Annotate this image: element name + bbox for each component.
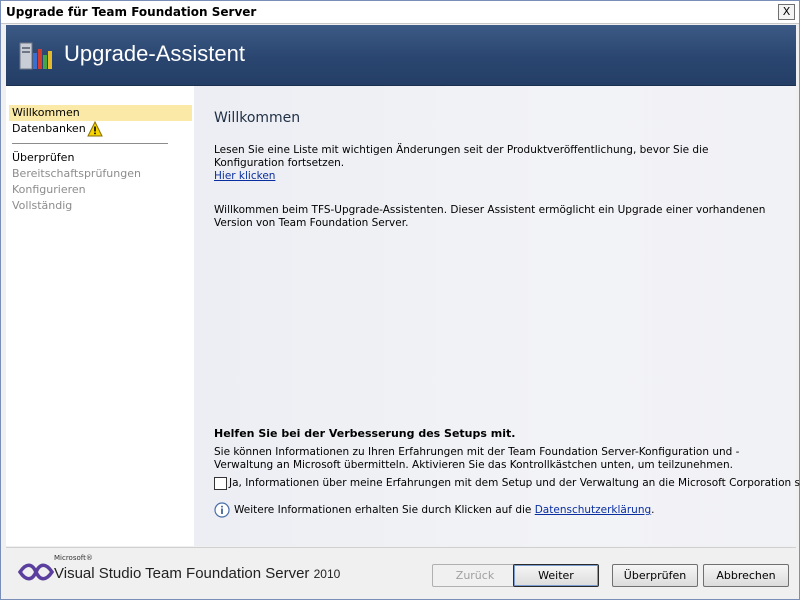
- sidebar-item-label: Vollständig: [12, 199, 73, 212]
- intro-text: Lesen Sie eine Liste mit wichtigen Änder…: [214, 144, 709, 182]
- improve-text: Sie können Informationen zu Ihren Erfahr…: [214, 446, 740, 471]
- back-button[interactable]: Zurück: [432, 564, 518, 587]
- brand-name: Visual Studio Team Foundation Server 201…: [54, 565, 341, 582]
- privacy-link[interactable]: Datenschutzerklärung: [535, 504, 651, 516]
- server-icon: [19, 42, 52, 70]
- sidebar-item-willkommen[interactable]: Willkommen: [9, 105, 192, 121]
- title-bar: Upgrade für Team Foundation Server X: [1, 1, 799, 24]
- next-button[interactable]: Weiter: [513, 564, 599, 587]
- checkbox-label[interactable]: Ja, Informationen über meine Erfahrungen…: [229, 477, 800, 490]
- window-title: Upgrade für Team Foundation Server: [6, 5, 257, 19]
- footer: Microsoft® Visual Studio Team Foundation…: [6, 547, 796, 598]
- visual-studio-logo-icon: [18, 563, 54, 581]
- participation-checkbox[interactable]: [214, 477, 227, 490]
- page-title: Upgrade-Assistent: [64, 41, 245, 66]
- brand-microsoft: Microsoft®: [54, 554, 93, 562]
- sidebar-item-datenbanken[interactable]: Datenbanken: [9, 121, 192, 137]
- sidebar-item-label: Überprüfen: [12, 151, 75, 164]
- sidebar: Willkommen Datenbanken Überprüfen Bereit…: [6, 86, 194, 546]
- sidebar-item-label: Bereitschaftsprüfungen: [12, 167, 141, 180]
- info-icon: [214, 502, 230, 518]
- review-button[interactable]: Überprüfen: [612, 564, 698, 587]
- privacy-text: Weitere Informationen erhalten Sie durch…: [234, 504, 655, 516]
- sidebar-item-label: Konfigurieren: [12, 183, 86, 196]
- wizard-window: Upgrade für Team Foundation Server X Upg…: [0, 0, 800, 600]
- changes-link[interactable]: Hier klicken: [214, 170, 275, 182]
- cancel-button[interactable]: Abbrechen: [703, 564, 789, 587]
- sidebar-divider: [12, 143, 168, 144]
- sidebar-item-konfigurieren: Konfigurieren: [9, 182, 192, 198]
- sidebar-item-label: Willkommen: [12, 106, 80, 119]
- sidebar-item-ueberpruefen[interactable]: Überprüfen: [9, 150, 192, 166]
- header-banner: Upgrade-Assistent: [6, 25, 796, 86]
- sidebar-item-vollstaendig: Vollständig: [9, 198, 192, 214]
- sidebar-item-label: Datenbanken: [12, 122, 86, 135]
- content-heading: Willkommen: [214, 110, 301, 126]
- sidebar-item-bereitschaftspruefungen: Bereitschaftsprüfungen: [9, 166, 192, 182]
- improve-heading: Helfen Sie bei der Verbesserung des Setu…: [214, 427, 516, 440]
- warning-icon: [87, 121, 103, 137]
- welcome-text: Willkommen beim TFS-Upgrade-Assistenten.…: [214, 204, 766, 229]
- close-button[interactable]: X: [778, 4, 795, 20]
- main-content: Willkommen Lesen Sie eine Liste mit wich…: [194, 86, 800, 546]
